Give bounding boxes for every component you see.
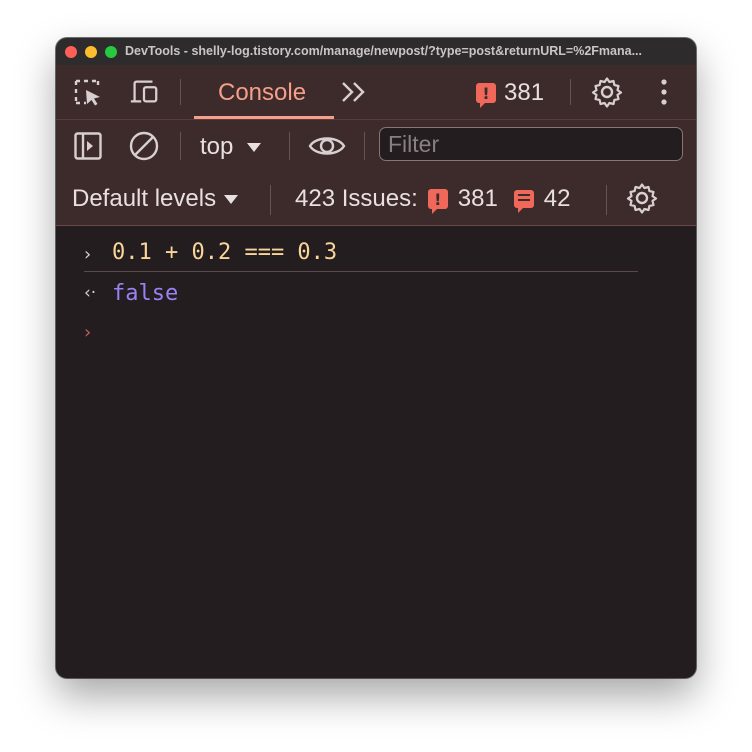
context-label: top xyxy=(200,133,234,160)
error-issue-icon: ! xyxy=(476,83,496,108)
close-window-button[interactable] xyxy=(65,46,77,58)
filter-input[interactable] xyxy=(379,127,683,161)
error-count-badge[interactable]: ! 381 xyxy=(476,78,544,108)
main-toolbar: Console ! 381 xyxy=(56,65,696,120)
issues-label: 423 Issues: xyxy=(295,185,418,212)
message-issue-icon xyxy=(513,190,534,213)
console-prompt[interactable]: › xyxy=(84,322,91,343)
window-title: DevTools - shelly-log.tistory.com/manage… xyxy=(125,44,642,58)
error-count: 381 xyxy=(504,79,545,106)
issues-summary[interactable]: 423 Issues: ! 381 42 xyxy=(295,184,571,214)
levels-label: Default levels xyxy=(72,185,217,212)
eye-icon[interactable] xyxy=(308,131,346,161)
chevron-down-icon xyxy=(224,194,239,204)
tab-console-label: Console xyxy=(218,79,307,106)
sidebar-toggle-icon[interactable] xyxy=(72,131,104,161)
return-arrow-icon: ‹· xyxy=(84,283,97,303)
device-toolbar-icon[interactable] xyxy=(128,77,160,107)
toolbar-divider xyxy=(606,185,607,215)
error-issue-icon: ! xyxy=(427,189,448,214)
context-selector[interactable]: top xyxy=(200,132,262,162)
input-expression: 0.1 + 0.2 === 0.3 xyxy=(112,240,338,265)
clear-console-icon[interactable] xyxy=(128,131,160,161)
inspect-element-icon[interactable] xyxy=(72,77,104,107)
devtools-window: DevTools - shelly-log.tistory.com/manage… xyxy=(56,38,696,678)
gear-icon[interactable] xyxy=(626,183,658,214)
vertical-dots-icon[interactable] xyxy=(648,77,680,107)
minimize-window-button[interactable] xyxy=(85,46,97,58)
info-issue-count: 42 xyxy=(543,185,571,212)
toolbar-divider xyxy=(289,132,290,160)
toolbar-divider xyxy=(364,132,365,160)
console-output[interactable]: › 0.1 + 0.2 === 0.3 ‹· false › xyxy=(56,226,696,678)
chevron-right-icon: › xyxy=(84,244,92,265)
log-levels-dropdown[interactable]: Default levels xyxy=(72,184,239,214)
title-bar: DevTools - shelly-log.tistory.com/manage… xyxy=(56,38,696,65)
console-input-entry: › 0.1 + 0.2 === 0.3 xyxy=(84,238,638,272)
toolbar-divider xyxy=(180,79,181,105)
result-value: false xyxy=(112,281,179,306)
toolbar-divider xyxy=(180,132,181,160)
levels-bar: Default levels 423 Issues: ! 381 42 xyxy=(56,172,696,226)
double-chevron-right-icon[interactable] xyxy=(338,77,370,107)
gear-icon[interactable] xyxy=(591,77,623,108)
tab-console[interactable]: Console xyxy=(194,65,334,119)
console-toolbar: top xyxy=(56,120,696,172)
toolbar-divider xyxy=(270,185,271,215)
toolbar-divider xyxy=(570,79,571,105)
zoom-window-button[interactable] xyxy=(105,46,117,58)
error-issue-count: 381 xyxy=(457,185,498,212)
chevron-down-icon xyxy=(247,142,262,152)
